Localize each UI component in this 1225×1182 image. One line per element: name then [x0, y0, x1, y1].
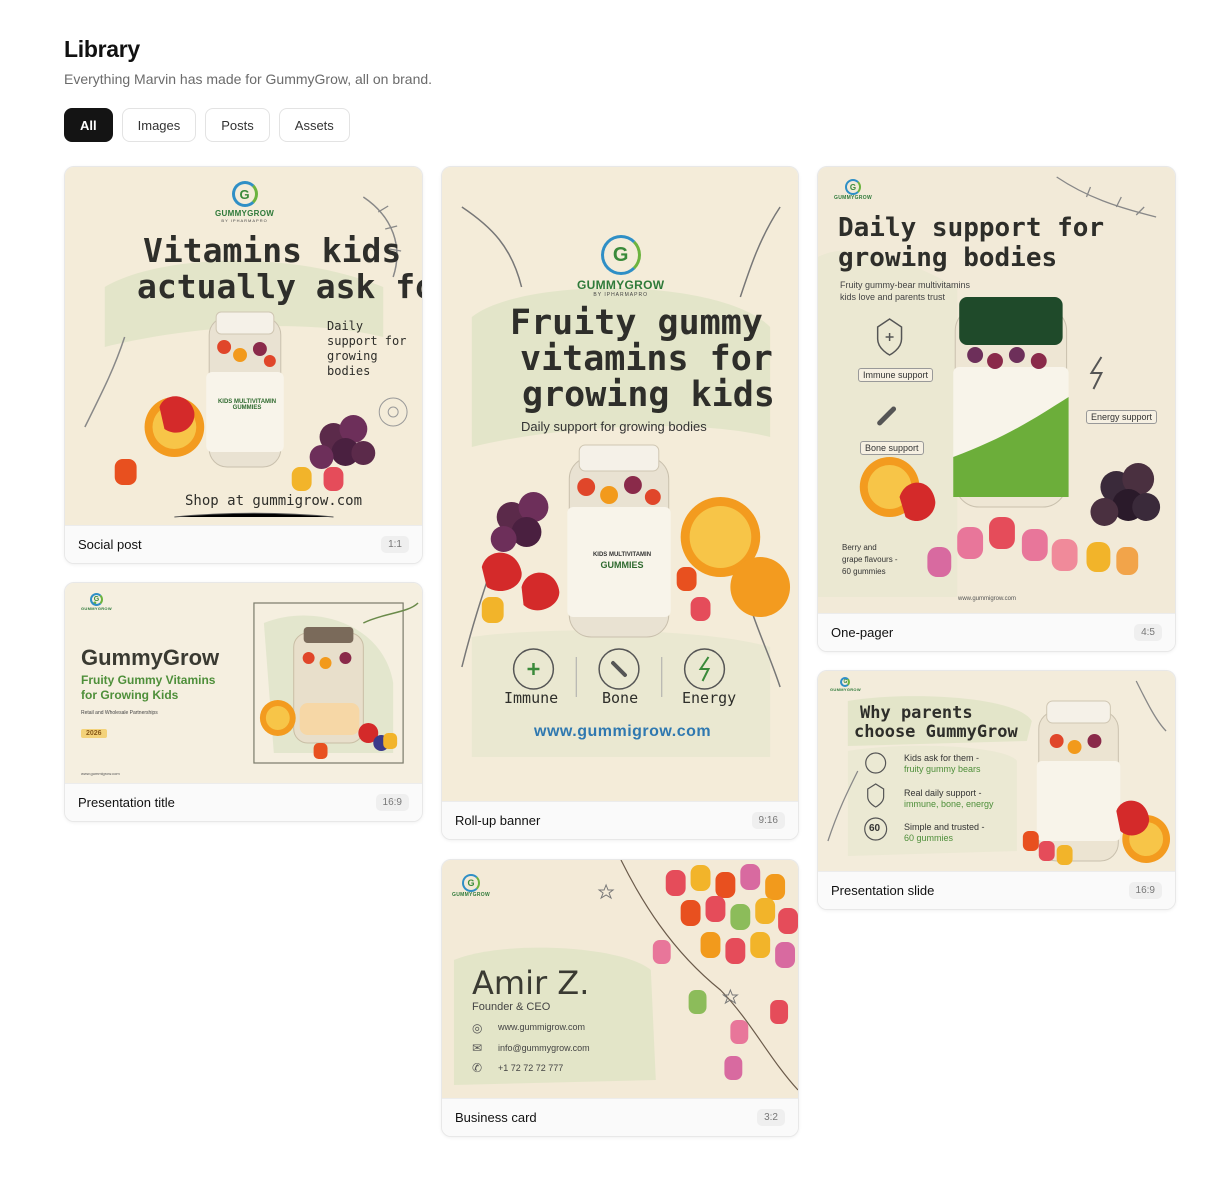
card-label: Presentation slide — [831, 883, 935, 898]
tag-immune: Immune support — [858, 368, 934, 382]
mail-icon: ✉ — [472, 1041, 483, 1055]
brand-logo: G GUMMYGROW — [830, 677, 861, 692]
point-2-b: immune, bone, energy — [904, 799, 994, 809]
pres-subtitle-1: Fruity Gummy Vitamins — [81, 673, 216, 687]
card-footer: Business card 3:2 — [442, 1098, 798, 1136]
filter-all[interactable]: All — [64, 108, 113, 142]
jar-label: KIDS MULTIVITAMIN GUMMIES — [217, 399, 277, 411]
card-social-post[interactable]: G GUMMYGROW BY IPHARMAPRO Vitamins kids … — [64, 166, 423, 564]
benefit-immune: Immune — [504, 689, 559, 707]
presentation-slide-preview: G GUMMYGROW Why parents choose GummyGrow… — [818, 671, 1175, 871]
aspect-ratio-badge: 4:5 — [1134, 624, 1162, 641]
card-footer: Roll-up banner 9:16 — [442, 801, 798, 839]
rollup-banner-preview: G GUMMYGROW BY IPHARMAPRO Fruity gummy v… — [442, 167, 798, 801]
slide-title-1: Why parents — [860, 703, 973, 723]
onepager-sub-1: Fruity gummy-bear multivitamins — [840, 280, 971, 290]
aspect-ratio-badge: 1:1 — [381, 536, 409, 553]
point-2-a: Real daily support - — [904, 788, 982, 798]
contact-name: Amir Z. — [472, 964, 590, 1002]
point-3-b: 60 gummies — [904, 833, 954, 843]
presentation-title-preview: G GUMMYGROW GummyGrow Fruity Gummy Vitam… — [65, 583, 422, 783]
card-footer: Social post 1:1 — [65, 525, 422, 563]
flavour-2: grape flavours - — [842, 555, 898, 564]
card-presentation-title[interactable]: G GUMMYGROW GummyGrow Fruity Gummy Vitam… — [64, 582, 423, 822]
pres-title: GummyGrow — [81, 645, 220, 670]
card-label: Business card — [455, 1110, 537, 1125]
pres-url: www.gummigrow.com — [81, 771, 120, 776]
contact-role: Founder & CEO — [472, 1001, 551, 1013]
card-business-card[interactable]: G GUMMYGROW Amir Z. Founder & CEO ◎ www.… — [441, 859, 799, 1137]
card-label: Social post — [78, 537, 142, 552]
card-label: Roll-up banner — [455, 813, 541, 828]
aspect-ratio-badge: 9:16 — [751, 812, 785, 829]
banner-jar-text-2: GUMMIES — [600, 560, 644, 570]
banner-jar-text-1: KIDS MULTIVITAMIN — [592, 552, 652, 558]
point-3-a: Simple and trusted - — [904, 822, 985, 832]
contact-phone: +1 72 72 72 777 — [498, 1063, 564, 1073]
onepager-headline-2: growing bodies — [838, 243, 1058, 273]
flavour-1: Berry and — [842, 543, 877, 552]
logo-g-icon: G — [89, 593, 103, 606]
onepager-headline-1: Daily support for — [838, 213, 1105, 243]
presentation-slide-art — [827, 680, 1171, 865]
slide-title-2: choose GummyGrow — [854, 722, 1018, 742]
filter-posts[interactable]: Posts — [205, 108, 270, 142]
pres-subtitle-2: for Growing Kids — [81, 688, 179, 702]
one-pager-preview: G GUMMYGROW Daily support for growing bo… — [818, 167, 1175, 613]
filter-images[interactable]: Images — [121, 108, 197, 142]
page-title: Library — [64, 36, 140, 62]
onepager-url: www.gummigrow.com — [958, 596, 1017, 602]
banner-headline-2: vitamins for — [520, 339, 773, 379]
card-one-pager[interactable]: G GUMMYGROW Daily support for growing bo… — [817, 166, 1176, 652]
brand-logo: G GUMMYGROW BY IPHARMAPRO — [215, 181, 274, 223]
banner-sub: Daily support for growing bodies — [521, 419, 707, 434]
card-footer: One-pager 4:5 — [818, 613, 1175, 651]
card-rollup-banner[interactable]: G GUMMYGROW BY IPHARMAPRO Fruity gummy v… — [441, 166, 799, 840]
phone-icon: ✆ — [472, 1061, 483, 1075]
flavour-3: 60 gummies — [842, 567, 886, 576]
brand-logo: G GUMMYGROW — [81, 593, 112, 611]
logo-g-icon: G — [844, 179, 861, 195]
brand-logo: G GUMMYGROW — [452, 874, 490, 898]
contact-web: www.gummigrow.com — [498, 1022, 586, 1032]
aspect-ratio-badge: 16:9 — [1128, 882, 1162, 899]
brand-logo: G GUMMYGROW — [834, 179, 872, 201]
social-post-preview: G GUMMYGROW BY IPHARMAPRO Vitamins kids … — [65, 167, 422, 525]
logo-g-icon: G — [231, 181, 258, 207]
banner-headline-1: Fruity gummy — [510, 303, 763, 343]
banner-url: www.gummigrow.com — [534, 723, 712, 740]
aspect-ratio-badge: 16:9 — [375, 794, 409, 811]
pres-year: 2026 — [81, 729, 107, 738]
social-side-note: Daily support for growing bodies — [327, 319, 407, 378]
card-footer: Presentation slide 16:9 — [818, 871, 1175, 909]
business-card-preview: G GUMMYGROW Amir Z. Founder & CEO ◎ www.… — [442, 860, 798, 1098]
aspect-ratio-badge: 3:2 — [757, 1109, 785, 1126]
brand-logo: G GUMMYGROW BY IPHARMAPRO — [577, 235, 664, 298]
social-cta: Shop at gummigrow.com — [185, 493, 363, 509]
logo-g-icon: G — [840, 677, 851, 687]
card-footer: Presentation title 16:9 — [65, 783, 422, 821]
point-1-a: Kids ask for them - — [904, 753, 980, 763]
contact-email: info@gummygrow.com — [498, 1043, 590, 1053]
social-headline-1: Vitamins kids — [143, 231, 402, 270]
badge-60: 60 — [869, 823, 881, 834]
filter-assets[interactable]: Assets — [278, 108, 350, 142]
page-subtitle: Everything Marvin has made for GummyGrow… — [64, 71, 433, 87]
card-label: One-pager — [831, 625, 894, 640]
tag-energy: Energy support — [1086, 410, 1158, 424]
card-label: Presentation title — [78, 795, 175, 810]
benefit-bone: Bone — [602, 689, 639, 707]
logo-g-icon: G — [600, 235, 641, 275]
globe-icon: ◎ — [472, 1021, 483, 1035]
banner-headline-3: growing kids — [522, 375, 775, 415]
card-presentation-slide[interactable]: G GUMMYGROW Why parents choose GummyGrow… — [817, 670, 1176, 910]
tag-bone: Bone support — [860, 441, 924, 455]
benefit-energy: Energy — [682, 689, 737, 707]
onepager-sub-2: kids love and parents trust — [840, 292, 946, 302]
point-1-b: fruity gummy bears — [904, 764, 981, 774]
filter-tabs: All Images Posts Assets — [64, 108, 350, 142]
social-headline-2: actually ask for — [137, 267, 422, 306]
logo-g-icon: G — [461, 874, 480, 892]
pres-tagline: Retail and Wholesale Partnerships — [81, 710, 158, 716]
